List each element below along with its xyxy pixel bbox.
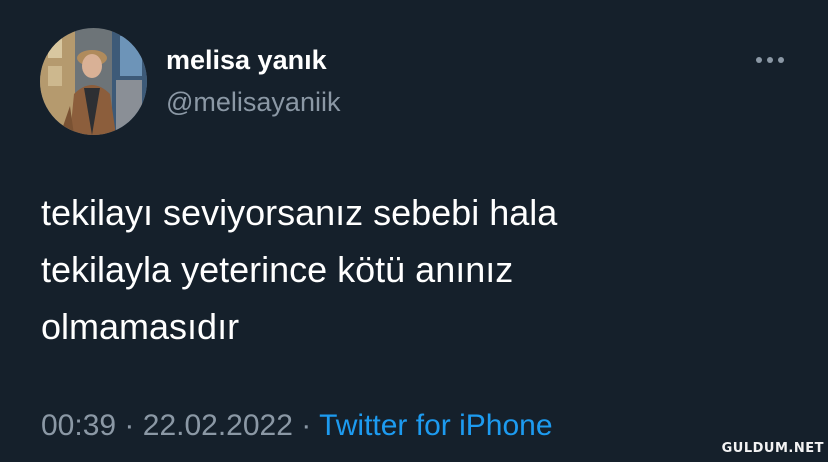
meta-separator: ·	[301, 409, 312, 442]
tweet-text: tekilayı seviyorsanız sebebi hala tekila…	[41, 184, 741, 355]
user-handle[interactable]: @melisayaniik	[166, 86, 340, 118]
tweet-date[interactable]: 22.02.2022	[143, 409, 293, 442]
tweet-time[interactable]: 00:39	[41, 409, 116, 442]
avatar[interactable]	[40, 28, 147, 135]
tweet-text-line: tekilayla yeterince kötü anınız	[41, 249, 514, 290]
profile-photo-icon	[40, 28, 147, 135]
meta-separator: ·	[124, 409, 135, 442]
watermark: GULDUM.NET	[721, 441, 824, 456]
tweet-meta: 00:39 · 22.02.2022 · Twitter for iPhone	[41, 406, 553, 446]
tweet-card: melisa yanık @melisayaniik tekilayı sevi…	[0, 0, 828, 462]
tweet-source-link[interactable]: Twitter for iPhone	[319, 409, 552, 442]
more-horizontal-icon	[756, 57, 784, 63]
display-name[interactable]: melisa yanık	[166, 44, 327, 76]
more-options-button[interactable]	[752, 50, 788, 70]
tweet-text-line: olmamasıdır	[41, 306, 240, 347]
tweet-text-line: tekilayı seviyorsanız sebebi hala	[41, 192, 558, 233]
